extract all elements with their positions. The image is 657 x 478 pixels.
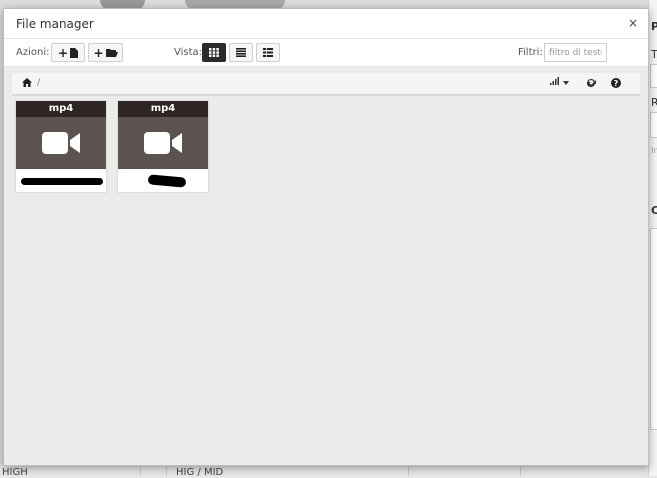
list-icon	[236, 48, 246, 57]
sort-menu-button[interactable]	[550, 77, 570, 88]
plus-icon: +	[93, 45, 104, 60]
plus-icon: +	[57, 45, 69, 60]
toolbar: Azioni: + + Vista: Filtri:	[4, 39, 648, 67]
refresh-icon[interactable]	[586, 78, 596, 88]
add-folder-button[interactable]: +	[88, 43, 123, 62]
signal-bars-icon	[550, 77, 559, 85]
file-item[interactable]: mp4	[15, 100, 107, 193]
video-camera-icon	[42, 132, 80, 154]
grid-icon	[209, 48, 219, 57]
actions-label: Azioni:	[16, 47, 50, 58]
help-icon[interactable]: ?	[611, 78, 621, 88]
file-thumbnail	[118, 117, 208, 169]
table-icon	[263, 48, 273, 57]
folder-open-icon	[105, 49, 118, 57]
breadcrumb: / ?	[12, 73, 640, 95]
view-grid-button[interactable]	[202, 43, 226, 62]
background-right-panel: P T R In C	[648, 0, 657, 476]
view-details-button[interactable]	[256, 43, 280, 62]
file-manager-modal: File manager × Azioni: + + Vista: Filtri…	[3, 8, 649, 466]
file-name-redacted	[118, 169, 208, 192]
file-icon	[70, 47, 79, 58]
caret-down-icon	[563, 81, 570, 85]
add-file-button[interactable]: +	[51, 43, 85, 62]
modal-title: File manager	[16, 17, 94, 31]
filter-input[interactable]	[544, 43, 607, 62]
close-button[interactable]: ×	[628, 16, 638, 30]
home-icon[interactable]	[22, 78, 32, 87]
view-label: Vista:	[174, 47, 203, 58]
file-thumbnail	[16, 117, 106, 169]
breadcrumb-separator: /	[37, 77, 41, 88]
svg-text:?: ?	[614, 79, 619, 88]
file-type-label: mp4	[118, 101, 208, 117]
modal-header: File manager ×	[4, 9, 648, 39]
video-camera-icon	[144, 132, 182, 154]
file-area: / ? mp4 mp4	[4, 67, 648, 465]
filter-label: Filtri:	[518, 47, 543, 58]
file-name-redacted	[16, 169, 106, 192]
file-item[interactable]: mp4	[117, 100, 209, 193]
file-type-label: mp4	[16, 101, 106, 117]
view-list-button[interactable]	[229, 43, 253, 62]
